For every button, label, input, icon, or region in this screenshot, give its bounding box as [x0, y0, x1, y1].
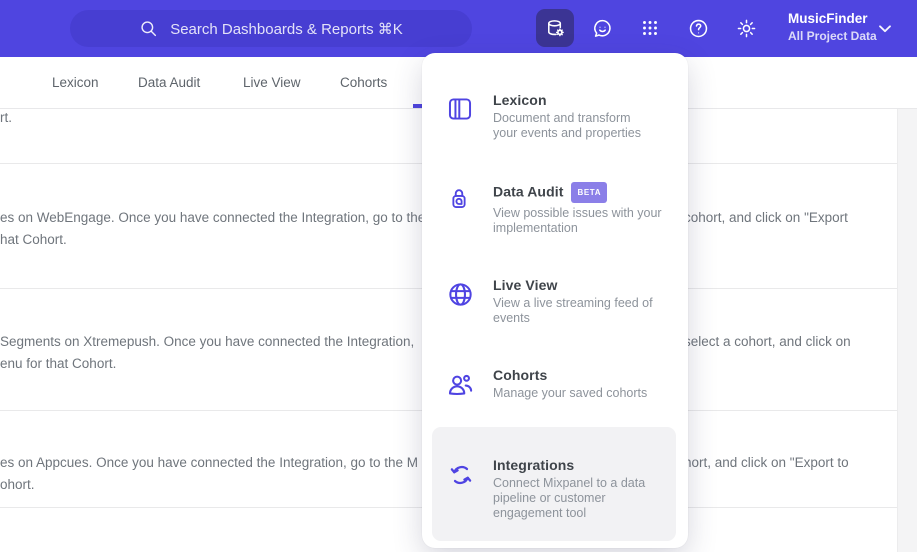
integration-row-webengage-right: cohort, and click on "Export — [684, 207, 848, 229]
data-audit-lock-icon — [446, 185, 476, 236]
data-management-icon — [544, 17, 567, 40]
menu-item-description: Document and transform your events and p… — [493, 111, 642, 140]
menu-item-lexicon[interactable]: Lexicon Document and transform your even… — [432, 80, 676, 153]
project-scope: All Project Data — [788, 29, 877, 43]
support-chat-button[interactable] — [583, 9, 621, 47]
menu-item-text: Cohorts Manage your saved cohorts — [493, 367, 647, 401]
help-button[interactable] — [679, 9, 717, 47]
fragment-line: rt. — [0, 110, 12, 125]
row-text-line: es on WebEngage. Once you have connected… — [0, 210, 426, 225]
integration-row-xtremepush-right: select a cohort, and click on — [684, 331, 851, 353]
menu-item-text: Live View View a live streaming feed of … — [493, 277, 653, 326]
scrollbar-track[interactable] — [897, 109, 917, 552]
integration-row-xtremepush: Segments on Xtremepush. Once you have co… — [0, 331, 414, 375]
cohorts-people-icon — [446, 370, 476, 401]
row-text-line: es on Appcues. Once you have connected t… — [0, 455, 419, 470]
menu-item-description: Manage your saved cohorts — [493, 386, 648, 400]
integration-row-appcues: es on Appcues. Once you have connected t… — [0, 452, 418, 496]
menu-item-description: Connect Mixpanel to a data pipeline or c… — [493, 476, 646, 520]
menu-item-live-view[interactable]: Live View View a live streaming feed of … — [432, 265, 676, 338]
row-text-line: select a cohort, and click on — [684, 334, 851, 349]
row-text-line: enu for that Cohort. — [0, 356, 117, 371]
menu-item-description: View possible issues with your implement… — [493, 206, 662, 235]
integration-row-webengage: es on WebEngage. Once you have connected… — [0, 207, 425, 251]
row-text-line: cohort, and click on "Export — [684, 210, 848, 225]
menu-item-text: Integrations Connect Mixpanel to a data … — [493, 457, 645, 529]
menu-item-title: Integrations — [493, 457, 575, 473]
menu-item-title: Live View — [493, 277, 558, 293]
search-placeholder: Search Dashboards & Reports ⌘K — [170, 20, 403, 38]
tab-cohorts[interactable]: Cohorts — [340, 75, 387, 90]
apps-grid-icon — [639, 17, 661, 39]
menu-item-text: Lexicon Document and transform your even… — [493, 92, 641, 141]
top-navigation-bar: Search Dashboards & Reports ⌘K MusicFind… — [0, 0, 917, 57]
menu-item-cohorts[interactable]: Cohorts Manage your saved cohorts — [432, 355, 676, 413]
menu-item-title: Data Audit BETA — [493, 182, 662, 203]
search-input[interactable]: Search Dashboards & Reports ⌘K — [70, 10, 472, 47]
active-tab-indicator — [413, 104, 422, 108]
menu-item-text: Data Audit BETA View possible issues with… — [493, 182, 662, 236]
settings-button[interactable] — [727, 9, 765, 47]
help-icon — [687, 17, 710, 40]
menu-item-description: View a live streaming feed of events — [493, 296, 653, 325]
tab-live-view[interactable]: Live View — [243, 75, 301, 90]
data-management-button[interactable] — [536, 9, 574, 47]
project-name: MusicFinder — [788, 11, 868, 26]
live-view-globe-icon — [446, 280, 476, 326]
chevron-down-icon — [879, 25, 891, 33]
menu-item-data-audit[interactable]: Data Audit BETA View possible issues with… — [432, 170, 676, 248]
lexicon-book-icon — [446, 95, 476, 141]
apps-grid-button[interactable] — [631, 9, 669, 47]
tab-lexicon[interactable]: Lexicon — [52, 75, 99, 90]
row-text-line: hat Cohort. — [0, 232, 67, 247]
integration-row-appcues-right: hort, and click on "Export to — [684, 452, 849, 474]
data-management-dropdown: Lexicon Document and transform your even… — [422, 53, 688, 548]
menu-item-integrations[interactable]: Integrations Connect Mixpanel to a data … — [432, 427, 676, 541]
row-text-line: Segments on Xtremepush. Once you have co… — [0, 334, 415, 349]
support-chat-icon — [591, 17, 614, 40]
tab-data-audit[interactable]: Data Audit — [138, 75, 200, 90]
beta-badge: BETA — [571, 182, 608, 203]
row-text-line: hort, and click on "Export to — [684, 455, 849, 470]
clipped-text-fragment-top: rt. — [0, 107, 12, 129]
settings-gear-icon — [735, 17, 758, 40]
menu-item-title: Lexicon — [493, 92, 547, 108]
menu-item-title: Cohorts — [493, 367, 548, 383]
project-switcher[interactable]: MusicFinder All Project Data — [788, 10, 877, 44]
row-text-line: ohort. — [0, 477, 35, 492]
integrations-sync-icon — [446, 460, 476, 529]
search-icon — [139, 19, 159, 39]
